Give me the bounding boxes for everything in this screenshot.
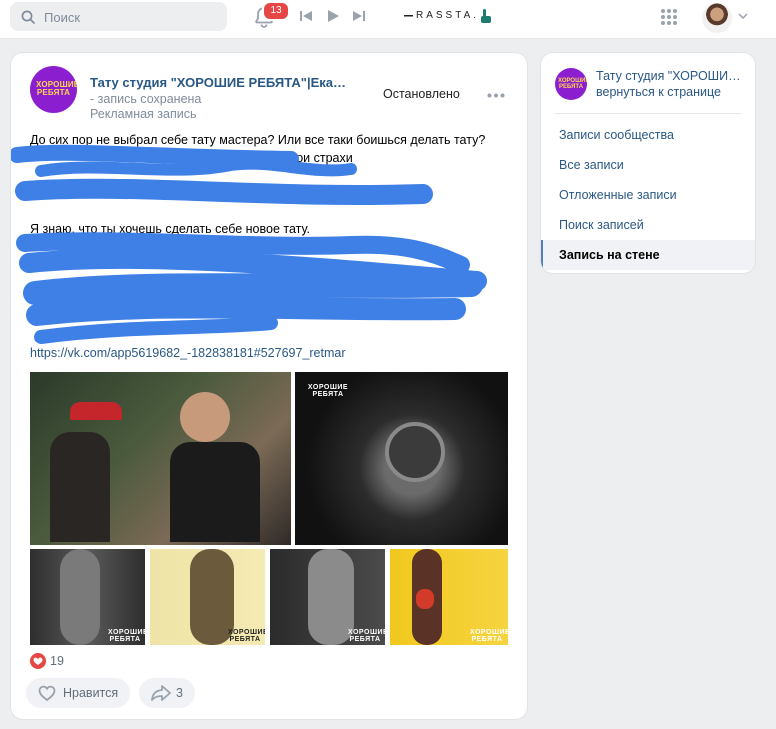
- like-button-label: Нравится: [63, 686, 119, 700]
- top-bar: 13 RASSTA.: [0, 0, 776, 39]
- photo-watermark: ХОРОШИЕ РЕБЯТА: [348, 629, 385, 643]
- sidebar-item-all-posts[interactable]: Все записи: [541, 150, 755, 180]
- post-card: ХОРОШИЕ РЕБЯТА Тату студия "ХОРОШИЕ РЕБЯ…: [11, 53, 527, 719]
- dash-icon: [404, 15, 413, 17]
- sidebar-item-wall-post[interactable]: Запись на стене: [541, 240, 755, 270]
- search-icon: [21, 10, 35, 24]
- search-input[interactable]: [42, 2, 226, 33]
- like-button[interactable]: Нравится: [26, 678, 130, 708]
- heart-icon: [38, 685, 56, 702]
- post-photo-1[interactable]: [30, 372, 291, 545]
- likes-count: 19: [50, 654, 64, 668]
- apps-grid-icon[interactable]: [660, 8, 678, 26]
- back-to-page-link[interactable]: вернуться к странице: [596, 85, 721, 99]
- post-photo-4[interactable]: ХОРОШИЕ РЕБЯТА: [150, 549, 265, 645]
- divider: [555, 113, 741, 114]
- share-button[interactable]: 3: [139, 678, 195, 708]
- wall-sidebar: ХОРОШИЕ РЕБЯТА Тату студия "ХОРОШИЕ РЕБЯ…: [541, 53, 755, 273]
- likes-summary[interactable]: 19: [30, 653, 64, 672]
- sidebar-item-scheduled-posts[interactable]: Отложенные записи: [541, 180, 755, 210]
- notifications-badge: 13: [262, 1, 290, 21]
- heart-filled-icon: [30, 653, 46, 669]
- share-icon: [151, 685, 171, 701]
- music-track-title[interactable]: RASSTA.: [416, 10, 479, 21]
- previous-track-icon[interactable]: [299, 9, 313, 23]
- photo-watermark: ХОРОШИЕ РЕБЯТА: [228, 629, 265, 643]
- search-box[interactable]: [10, 2, 227, 33]
- shares-count: 3: [176, 686, 183, 700]
- sidebar-community-title[interactable]: Тату студия "ХОРОШИЕ РЕБЯТА": [596, 69, 746, 83]
- avatar-logo: ХОРОШИЕ РЕБЯТА: [558, 78, 587, 90]
- post-photo-2[interactable]: ХОРОШИЕ РЕБЯТА: [295, 372, 508, 545]
- user-avatar[interactable]: [702, 3, 732, 33]
- chevron-down-icon[interactable]: [738, 13, 748, 19]
- next-track-icon[interactable]: [352, 9, 366, 23]
- photo-watermark: ХОРОШИЕ РЕБЯТА: [108, 629, 145, 643]
- post-photo-5[interactable]: ХОРОШИЕ РЕБЯТА: [270, 549, 385, 645]
- redaction-scribble: [11, 144, 487, 344]
- sidebar-item-community-posts[interactable]: Записи сообщества: [541, 120, 755, 150]
- sidebar-item-search-posts[interactable]: Поиск записей: [541, 210, 755, 240]
- community-avatar-small[interactable]: ХОРОШИЕ РЕБЯТА: [555, 68, 587, 100]
- hand-icon: [481, 9, 491, 23]
- post-photo-6[interactable]: ХОРОШИЕ РЕБЯТА: [390, 549, 508, 645]
- photo-watermark: ХОРОШИЕ РЕБЯТА: [307, 384, 349, 398]
- photo-watermark: ХОРОШИЕ РЕБЯТА: [470, 629, 508, 643]
- post-photo-3[interactable]: ХОРОШИЕ РЕБЯТА: [30, 549, 145, 645]
- play-icon[interactable]: [326, 9, 340, 23]
- post-link[interactable]: https://vk.com/app5619682_-182838181#527…: [30, 346, 346, 360]
